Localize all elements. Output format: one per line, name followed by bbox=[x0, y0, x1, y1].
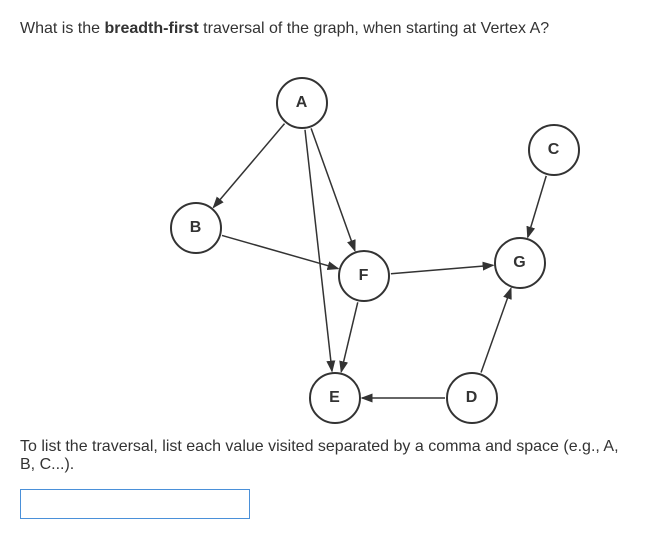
vertex-A: A bbox=[276, 77, 328, 129]
vertex-D: D bbox=[446, 372, 498, 424]
vertex-B: B bbox=[170, 202, 222, 254]
vertex-C: C bbox=[528, 124, 580, 176]
instruction-text: To list the traversal, list each value v… bbox=[20, 438, 627, 474]
question-text: What is the breadth-first traversal of t… bbox=[20, 20, 627, 38]
vertex-G: G bbox=[494, 237, 546, 289]
answer-input[interactable] bbox=[20, 489, 250, 519]
question-bold: breadth-first bbox=[104, 20, 198, 37]
vertex-E: E bbox=[309, 372, 361, 424]
vertex-F: F bbox=[338, 250, 390, 302]
question-prefix: What is the bbox=[20, 20, 104, 37]
graph-diagram: A B C D E F G bbox=[44, 58, 604, 418]
question-suffix: traversal of the graph, when starting at… bbox=[199, 20, 549, 37]
